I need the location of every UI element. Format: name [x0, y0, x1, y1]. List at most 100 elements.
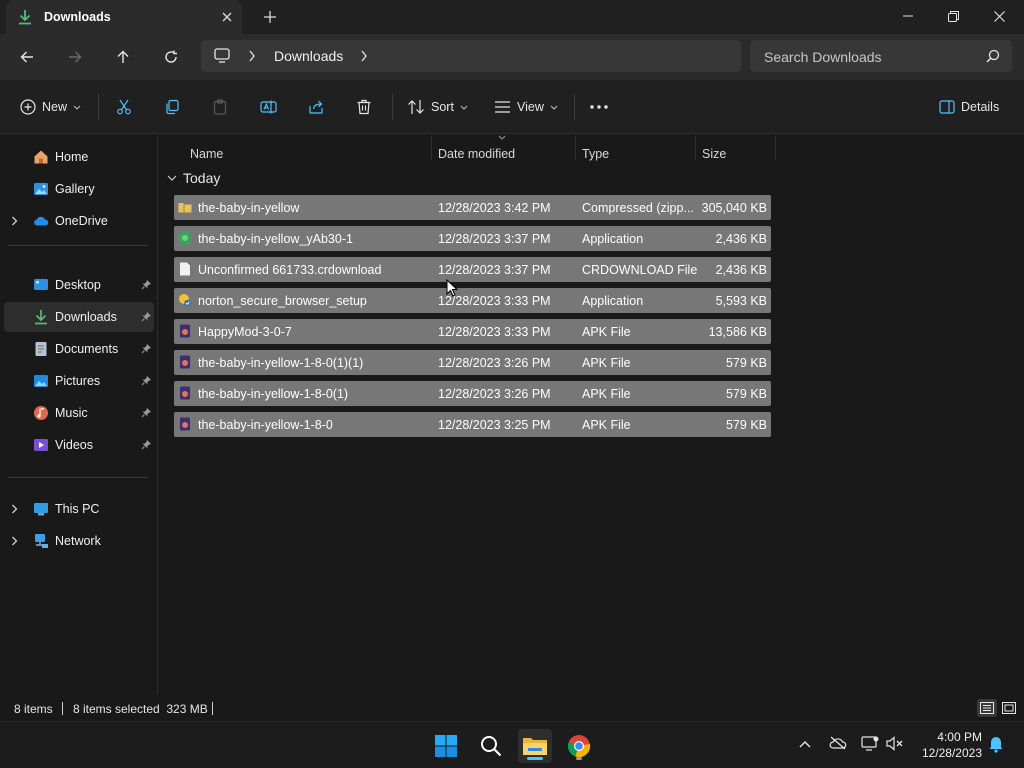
column-header-size[interactable]: Size [702, 147, 726, 161]
up-button[interactable] [109, 44, 137, 70]
divider [8, 245, 148, 246]
refresh-button[interactable] [157, 44, 185, 70]
chevron-right-icon[interactable] [11, 536, 18, 546]
file-row[interactable]: the-baby-in-yellow 12/28/2023 3:42 PM Co… [174, 195, 771, 220]
file-row[interactable]: the-baby-in-yellow-1-8-0(1)(1) 12/28/202… [174, 350, 771, 375]
file-name: the-baby-in-yellow-1-8-0 [198, 418, 333, 432]
file-row[interactable]: HappyMod-3-0-7 12/28/2023 3:33 PM APK Fi… [174, 319, 771, 344]
close-icon [993, 10, 1005, 22]
rename-button[interactable] [260, 93, 277, 121]
sidebar-item-label: OneDrive [55, 214, 108, 228]
forward-button[interactable] [61, 44, 89, 70]
column-divider[interactable] [575, 135, 576, 159]
column-header-date[interactable]: Date modified [438, 147, 515, 161]
sidebar-item-documents[interactable]: Documents [4, 334, 154, 364]
group-header-today[interactable]: Today [167, 170, 220, 186]
file-type: Application [582, 232, 644, 246]
new-button[interactable]: New [20, 93, 81, 121]
cut-button[interactable] [116, 93, 132, 121]
sidebar-item-videos[interactable]: Videos [4, 430, 154, 460]
application-icon [178, 231, 192, 245]
column-header-type[interactable]: Type [582, 147, 609, 161]
restore-button[interactable] [930, 0, 976, 32]
see-more-button[interactable] [590, 93, 608, 121]
start-button[interactable] [429, 729, 463, 763]
search-placeholder: Search Downloads [764, 49, 882, 65]
monitor-icon [214, 48, 230, 63]
more-icon [590, 105, 608, 109]
copy-button[interactable] [164, 93, 180, 121]
pin-icon [141, 312, 151, 322]
sidebar-item-downloads[interactable]: Downloads [4, 302, 154, 332]
copy-icon [166, 99, 179, 115]
chevron-right-icon[interactable] [11, 216, 18, 226]
file-row[interactable]: the-baby-in-yellow-1-8-0(1) 12/28/2023 3… [174, 381, 771, 406]
close-window-button[interactable] [976, 0, 1022, 32]
column-divider[interactable] [431, 135, 432, 159]
paste-button[interactable] [212, 93, 228, 121]
file-type: CRDOWNLOAD File [582, 263, 698, 277]
sidebar-item-label: Videos [55, 438, 93, 452]
file-size: 579 KB [725, 387, 767, 401]
group-label: Today [183, 170, 221, 186]
large-icons-view-button[interactable] [999, 699, 1019, 717]
search-icon [481, 736, 502, 757]
details-view-button[interactable] [977, 699, 997, 717]
sidebar-item-label: Home [55, 150, 89, 164]
sidebar-item-label: Music [55, 406, 88, 420]
address-bar[interactable]: Downloads [201, 40, 741, 72]
sidebar-item-onedrive[interactable]: OneDrive [4, 206, 154, 236]
tab-downloads[interactable]: Downloads [6, 0, 242, 34]
list-view-icon [495, 101, 510, 113]
videos-icon [34, 439, 48, 451]
sidebar-item-pictures[interactable]: Pictures [4, 366, 154, 396]
sidebar-item-this-pc[interactable]: This PC [4, 494, 154, 524]
column-header-name[interactable]: Name [190, 147, 223, 161]
back-button[interactable] [13, 44, 41, 70]
chevron-right-icon[interactable] [360, 50, 368, 62]
search-taskbar-button[interactable] [474, 729, 508, 763]
new-tab-button[interactable] [258, 6, 282, 28]
sidebar-item-home[interactable]: Home [4, 142, 154, 172]
file-row[interactable]: the-baby-in-yellow-1-8-0 12/28/2023 3:25… [174, 412, 771, 437]
file-row[interactable]: norton_secure_browser_setup 12/28/2023 3… [174, 288, 771, 313]
sidebar-item-gallery[interactable]: Gallery [4, 174, 154, 204]
column-divider[interactable] [695, 135, 696, 159]
file-name: the-baby-in-yellow [198, 201, 300, 215]
search-icon [986, 49, 1000, 63]
share-button[interactable] [308, 93, 324, 121]
file-row[interactable]: the-baby-in-yellow_yAb30-1 12/28/2023 3:… [174, 226, 771, 251]
sidebar-item-network[interactable]: Network [4, 526, 154, 556]
sidebar-item-music[interactable]: Music [4, 398, 154, 428]
close-tab-button[interactable] [216, 6, 238, 28]
column-divider[interactable] [775, 135, 776, 159]
system-clock[interactable]: 4:00 PM 12/28/2023 [912, 729, 982, 761]
search-input[interactable]: Search Downloads [750, 40, 1012, 72]
details-pane-icon [939, 100, 955, 114]
chrome-taskbar-button[interactable] [562, 729, 596, 763]
breadcrumb-downloads[interactable]: Downloads [274, 48, 343, 64]
file-name: the-baby-in-yellow-1-8-0(1)(1) [198, 356, 364, 370]
details-button[interactable]: Details [939, 93, 999, 121]
scissors-icon [117, 99, 131, 115]
view-button[interactable]: View [494, 93, 558, 121]
sort-button[interactable]: Sort [407, 93, 468, 121]
divider [62, 702, 63, 715]
pin-icon [141, 408, 151, 418]
plus-circle-icon [20, 99, 36, 115]
notification-bell-icon[interactable] [988, 735, 1004, 753]
arrow-up-icon [117, 50, 129, 63]
chevron-up-icon[interactable] [799, 740, 811, 748]
delete-button[interactable] [356, 93, 372, 121]
volume-muted-icon[interactable] [886, 736, 904, 751]
sidebar-item-desktop[interactable]: Desktop [4, 270, 154, 300]
file-explorer-taskbar-button[interactable] [518, 729, 552, 763]
file-row[interactable]: Unconfirmed 661733.crdownload 12/28/2023… [174, 257, 771, 282]
file-size: 2,436 KB [715, 263, 767, 277]
blank-file-icon [180, 262, 190, 276]
clock-date: 12/28/2023 [921, 746, 982, 760]
network-status-icon[interactable] [861, 736, 879, 751]
onedrive-offline-icon[interactable] [829, 736, 847, 750]
minimize-button[interactable] [885, 0, 931, 32]
chevron-right-icon[interactable] [11, 504, 18, 514]
